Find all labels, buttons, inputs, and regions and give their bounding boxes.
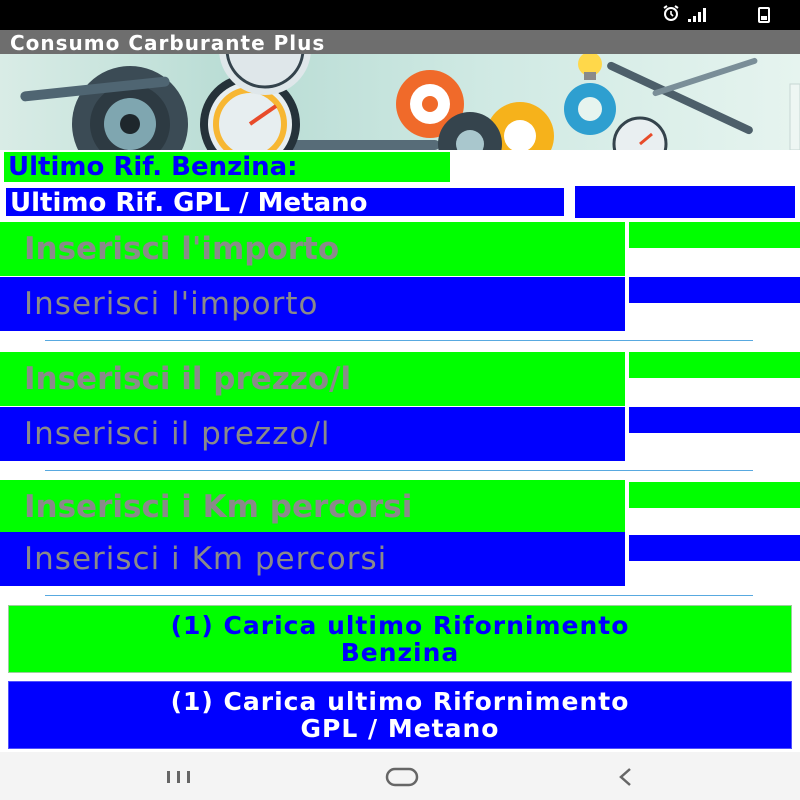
- button-label-line2: Benzina: [340, 638, 460, 667]
- price-petrol-result: [629, 352, 800, 378]
- alarm-icon: [662, 5, 680, 25]
- km-petrol-input[interactable]: [0, 480, 625, 534]
- banner-gears-image: [0, 54, 800, 150]
- amount-petrol-input[interactable]: [0, 222, 625, 276]
- battery-percent: 28%: [714, 5, 750, 25]
- amount-petrol-result: [629, 222, 800, 248]
- gears-illustration: [20, 54, 800, 150]
- button-label-line1: (1) Carica ultimo Rifornimento: [170, 687, 630, 716]
- back-icon[interactable]: [604, 760, 648, 794]
- price-lpg-result: [629, 407, 800, 433]
- last-refuel-petrol-label: Ultimo Rif. Benzina:: [4, 152, 450, 182]
- last-refuel-lpg-value: [575, 186, 795, 218]
- home-icon[interactable]: [380, 760, 424, 794]
- status-icons: 28%: [662, 5, 770, 25]
- recents-icon[interactable]: [156, 760, 202, 794]
- price-petrol-input[interactable]: [0, 352, 625, 406]
- km-lpg-input[interactable]: [0, 532, 625, 586]
- load-last-lpg-refuel-button[interactable]: (1) Carica ultimo Rifornimento GPL / Met…: [8, 681, 792, 749]
- app-title: Consumo Carburante Plus: [10, 31, 326, 55]
- gear-icon: [72, 66, 188, 150]
- section-divider: [45, 470, 753, 471]
- signal-icon: [688, 8, 707, 22]
- load-last-petrol-refuel-button[interactable]: (1) Carica ultimo Rifornimento Benzina: [8, 605, 792, 673]
- section-divider: [45, 340, 753, 341]
- battery-icon: [758, 7, 770, 23]
- status-time: 18:29: [44, 5, 96, 24]
- button-label-line2: GPL / Metano: [300, 714, 500, 743]
- amount-lpg-input[interactable]: [0, 277, 625, 331]
- km-lpg-result: [629, 535, 800, 561]
- button-label-line1: (1) Carica ultimo Rifornimento: [170, 611, 630, 640]
- amount-lpg-result: [629, 277, 800, 303]
- last-refuel-lpg-label: Ultimo Rif. GPL / Metano: [4, 186, 566, 218]
- km-petrol-result: [629, 482, 800, 508]
- section-divider: [45, 595, 753, 596]
- price-lpg-input[interactable]: [0, 407, 625, 461]
